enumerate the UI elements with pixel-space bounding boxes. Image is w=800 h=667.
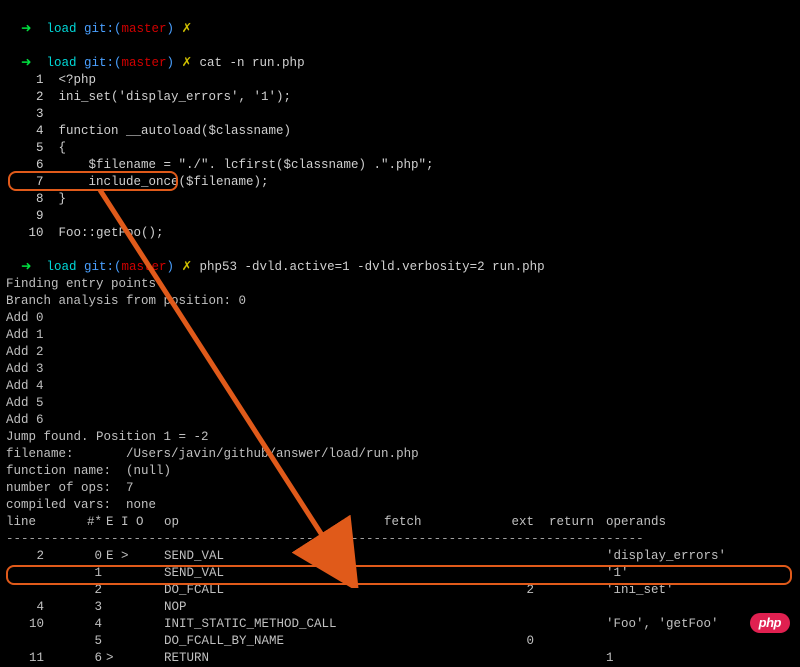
git-close: ) <box>167 56 182 70</box>
code-block: 1<?php 2ini_set('display_errors', '1'); … <box>6 72 794 242</box>
opcode-row: 5 DO_FCALL_BY_NAME 0 <box>6 633 794 650</box>
prompt-dir: load <box>39 22 84 36</box>
arrow-icon: ➜ <box>21 56 39 70</box>
separator-line: ----------------------------------------… <box>6 531 794 548</box>
code-line: 3 <box>6 106 794 123</box>
opcode-header-row: line #* E I O op fetch ext return operan… <box>6 514 794 531</box>
prompt-dir: load <box>39 260 84 274</box>
php-badge: php <box>750 613 790 633</box>
code-line: 8} <box>6 191 794 208</box>
output-line: Finding entry points <box>6 276 794 293</box>
output-line: compiled vars: none <box>6 497 794 514</box>
git-branch: master <box>122 22 167 36</box>
opcode-row: 2 0 E > SEND_VAL 'display_errors' <box>6 548 794 565</box>
hdr-return: return <box>534 514 594 531</box>
output-line: Add 2 <box>6 344 794 361</box>
opcode-row: 11 6 > RETURN 1 <box>6 650 794 667</box>
git-open: git:( <box>84 260 122 274</box>
git-close: ) <box>167 260 182 274</box>
output-line: Add 6 <box>6 412 794 429</box>
output-line: Jump found. Position 1 = -2 <box>6 429 794 446</box>
dirty-icon: ✗ <box>182 56 200 70</box>
prompt-line-1: ➜ load git:(master) ✗ <box>6 4 794 38</box>
opcode-row: 2 DO_FCALL 2 'ini_set' <box>6 582 794 599</box>
git-branch: master <box>122 56 167 70</box>
output-line: Branch analysis from position: 0 <box>6 293 794 310</box>
opcode-row: 1 SEND_VAL '1' <box>6 565 794 582</box>
opcode-table: line #* E I O op fetch ext return operan… <box>6 514 794 667</box>
output-line: Add 1 <box>6 327 794 344</box>
arrow-icon: ➜ <box>21 22 39 36</box>
dirty-icon: ✗ <box>182 22 192 36</box>
output-line: Add 0 <box>6 310 794 327</box>
command-text: cat -n run.php <box>200 56 305 70</box>
git-open: git:( <box>84 22 122 36</box>
code-line: 2ini_set('display_errors', '1'); <box>6 89 794 106</box>
opcode-row: 4 3 NOP <box>6 599 794 616</box>
command-text: php53 -dvld.active=1 -dvld.verbosity=2 r… <box>200 260 545 274</box>
output-line: Add 4 <box>6 378 794 395</box>
output-line: function name: (null) <box>6 463 794 480</box>
output-line: Add 3 <box>6 361 794 378</box>
code-line: 9 <box>6 208 794 225</box>
git-close: ) <box>167 22 182 36</box>
arrow-icon: ➜ <box>21 260 39 274</box>
hdr-line: line <box>6 514 54 531</box>
git-open: git:( <box>84 56 122 70</box>
prompt-dir: load <box>39 56 84 70</box>
code-line: 5{ <box>6 140 794 157</box>
code-line: 1<?php <box>6 72 794 89</box>
output-line: filename: /Users/javin/github/answer/loa… <box>6 446 794 463</box>
hdr-eio: E I O <box>106 514 164 531</box>
output-block: Finding entry points Branch analysis fro… <box>6 276 794 514</box>
output-line: Add 5 <box>6 395 794 412</box>
git-branch: master <box>122 260 167 274</box>
output-line: number of ops: 7 <box>6 480 794 497</box>
hdr-operands: operands <box>594 514 794 531</box>
code-line: 10Foo::getFoo(); <box>6 225 794 242</box>
hdr-fetch: fetch <box>384 514 489 531</box>
prompt-line-3[interactable]: ➜ load git:(master) ✗ php53 -dvld.active… <box>6 242 794 276</box>
opcode-row: 10 4 INIT_STATIC_METHOD_CALL 'Foo', 'get… <box>6 616 794 633</box>
code-line: 7 include_once($filename); <box>6 174 794 191</box>
hdr-op: op <box>164 514 384 531</box>
code-line: 4function __autoload($classname) <box>6 123 794 140</box>
hdr-ext: ext <box>489 514 534 531</box>
hdr-num: #* <box>54 514 106 531</box>
code-line: 6 $filename = "./". lcfirst($classname) … <box>6 157 794 174</box>
prompt-line-2[interactable]: ➜ load git:(master) ✗ cat -n run.php <box>6 38 794 72</box>
dirty-icon: ✗ <box>182 260 200 274</box>
